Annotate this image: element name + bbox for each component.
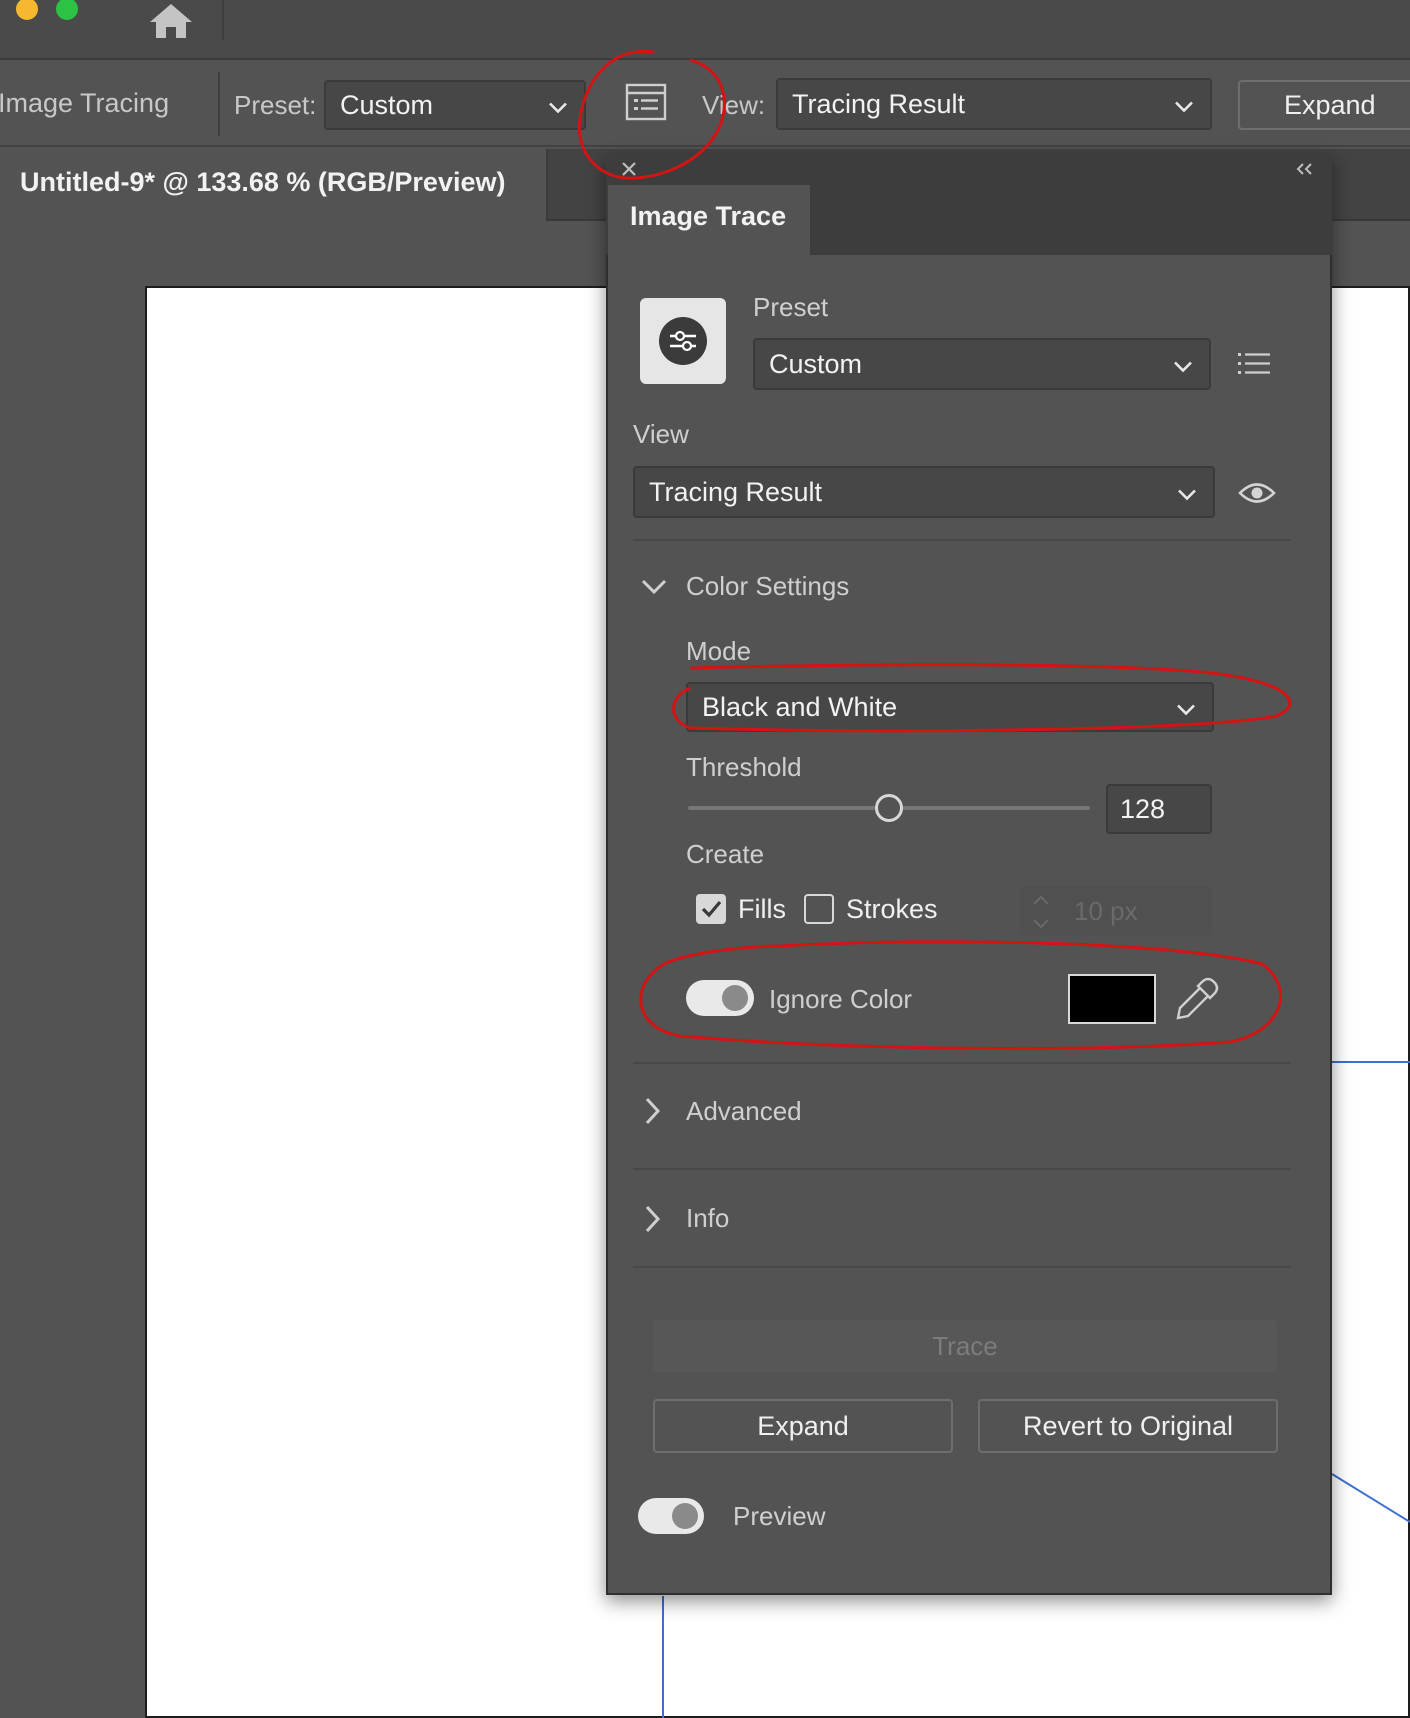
stroke-width-value: 10 px [1074,896,1138,926]
toggle-knob [672,1503,698,1529]
toggle-knob [722,985,748,1011]
panel-header [606,155,1332,185]
trace-button[interactable]: Trace [653,1320,1277,1372]
eyedropper-icon[interactable] [1172,976,1220,1024]
info-section-header[interactable]: Info [686,1203,729,1234]
panel-view-dropdown[interactable]: Tracing Result [633,466,1215,518]
chevron-right-icon[interactable] [644,1096,662,1126]
fills-label: Fills [738,894,786,924]
chevron-down-icon [1173,349,1193,380]
mode-dropdown[interactable]: Black and White [686,682,1214,732]
mode-value: Black and White [702,691,898,722]
strokes-checkbox[interactable] [804,894,834,924]
panel-preset-dropdown[interactable]: Custom [753,338,1211,390]
panel-view-value: Tracing Result [649,476,823,507]
sliders-icon [658,316,708,366]
preset-options-button[interactable] [640,298,726,384]
stepper-arrows-icon [1028,892,1054,932]
preview-label: Preview [733,1501,826,1531]
divider [633,1168,1291,1170]
tab-image-trace[interactable]: Image Trace [608,185,810,255]
stroke-width-stepper[interactable]: 10 px [1020,886,1212,936]
panel-preset-value: Custom [769,348,863,379]
chevron-right-icon[interactable] [644,1204,662,1234]
panel-title: Image Trace [630,201,787,231]
chevron-down-icon [1176,692,1196,723]
list-menu-icon[interactable] [1236,350,1272,378]
mode-label: Mode [686,636,752,666]
strokes-label: Strokes [846,894,938,924]
color-settings-header[interactable]: Color Settings [686,571,849,602]
panel-preset-label: Preset [753,292,829,322]
eye-icon[interactable] [1238,480,1276,506]
divider [633,1062,1291,1064]
chevron-down-icon[interactable] [640,578,668,596]
create-label: Create [686,839,765,869]
threshold-label: Threshold [686,752,802,782]
divider [633,539,1291,541]
ignore-color-swatch[interactable] [1068,974,1156,1024]
expand-button[interactable]: Expand [653,1399,953,1453]
double-chevron-left-icon[interactable] [1294,160,1316,178]
chevron-down-icon [1177,477,1197,508]
revert-to-original-button[interactable]: Revert to Original [978,1399,1278,1453]
close-icon[interactable] [618,158,640,180]
ignore-color-toggle[interactable] [686,980,754,1016]
threshold-input[interactable]: 128 [1106,784,1212,834]
divider [633,1266,1291,1268]
checkmark-icon [701,900,722,918]
preview-toggle[interactable] [638,1498,704,1534]
threshold-slider-handle[interactable] [875,794,903,822]
advanced-section-header[interactable]: Advanced [686,1096,802,1127]
fills-checkbox[interactable] [696,894,726,924]
ignore-color-label: Ignore Color [769,984,913,1014]
panel-view-label: View [633,419,689,449]
